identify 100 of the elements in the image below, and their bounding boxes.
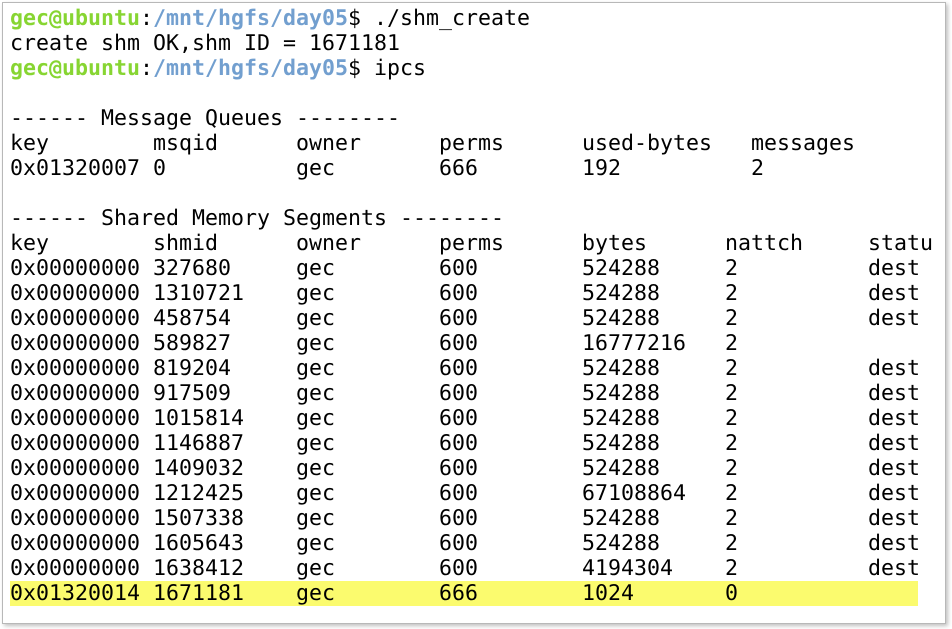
command-text: $ ipcs	[348, 56, 426, 81]
table-cell-text: gec	[296, 506, 336, 531]
table-cell: dest	[868, 356, 920, 381]
table-cell-text: 600	[439, 431, 480, 456]
table-cell-text: gec	[296, 256, 336, 281]
table-cell: dest	[868, 406, 920, 431]
table-cell-text: 600	[439, 556, 480, 581]
table-cell-text: 0x00000000	[10, 481, 142, 506]
table-cell-text: 1212425	[153, 481, 246, 506]
table-cell-text: 2	[725, 431, 740, 456]
table-cell-text: 524288	[582, 506, 662, 531]
prompt-separator: :	[140, 56, 154, 81]
table-cell-text: 589827	[153, 331, 232, 356]
table-cell-text: 2	[725, 531, 740, 556]
table-cell-text: 1024	[582, 581, 636, 606]
table-cell-text: 666	[439, 156, 480, 181]
command-text: $ ./shm_create	[348, 6, 530, 31]
table-cell-text: gec	[296, 281, 336, 306]
table-cell-text: gec	[296, 306, 336, 331]
column-header: owner	[296, 131, 362, 156]
table-cell-text: 0x01320007	[10, 156, 142, 181]
table-cell-text: 1146887	[153, 431, 246, 456]
prompt-separator: :	[140, 6, 154, 31]
section-heading: ------ Shared Memory Segments --------	[10, 206, 504, 231]
table-cell-text: 0x00000000	[10, 356, 142, 381]
table-cell-text: gec	[296, 356, 336, 381]
table-cell-text: 0x00000000	[10, 281, 142, 306]
table-cell-text: 524288	[582, 256, 662, 281]
table-cell-text: 16777216	[582, 331, 688, 356]
section-heading: ------ Message Queues --------	[10, 106, 400, 131]
table-cell: dest	[868, 506, 920, 531]
table-cell-text: 524288	[582, 381, 662, 406]
table-cell-text: 2	[725, 406, 740, 431]
column-header: shmid	[153, 231, 220, 256]
table-cell-text: gec	[296, 581, 336, 606]
table-cell: dest	[868, 256, 920, 281]
table-cell: dest	[868, 281, 920, 306]
prompt-path: /mnt/hgfs/day05	[153, 6, 348, 31]
table-cell-text: 1638412	[153, 556, 246, 581]
table-cell-text: 600	[439, 331, 480, 356]
table-cell-text: 0x00000000	[10, 431, 142, 456]
table-cell-text: 67108864	[582, 481, 688, 506]
column-header: perms	[439, 131, 506, 156]
table-cell-text: gec	[296, 456, 336, 481]
table-cell-text: 917509	[153, 381, 232, 406]
table-cell-text: 819204	[153, 356, 232, 381]
table-cell-text: 600	[439, 531, 480, 556]
table-cell-text: 524288	[582, 406, 662, 431]
column-header: messages	[751, 131, 856, 156]
table-cell-text: 524288	[582, 356, 662, 381]
table-cell-text: 0x00000000	[10, 256, 142, 281]
table-cell-text: 0x00000000	[10, 531, 142, 556]
table-cell-text: 2	[725, 506, 740, 531]
column-header: nattch	[725, 231, 804, 256]
table-cell-text: 0x00000000	[10, 456, 142, 481]
table-cell: dest	[868, 556, 920, 581]
column-header: statu	[868, 231, 934, 256]
table-cell-text: 2	[725, 306, 740, 331]
prompt-user-host: gec@ubuntu	[10, 56, 140, 81]
table-cell-text: 2	[725, 331, 740, 356]
table-cell: dest	[868, 481, 920, 506]
table-cell: dest	[868, 381, 920, 406]
table-cell-text: 600	[439, 356, 480, 381]
table-cell-text: 600	[439, 456, 480, 481]
table-cell-text: 0x00000000	[10, 381, 142, 406]
table-cell-text: 600	[439, 506, 480, 531]
table-cell-text: 524288	[582, 281, 662, 306]
table-cell-text: gec	[296, 531, 336, 556]
table-cell-text: 1409032	[153, 456, 246, 481]
table-cell-text: 0	[725, 581, 740, 606]
table-cell-text: 192	[582, 156, 622, 181]
table-cell: dest	[868, 531, 920, 556]
table-cell-text: 600	[439, 481, 480, 506]
table-cell-text: 600	[439, 281, 480, 306]
table-cell-text: gec	[296, 481, 336, 506]
table-cell-text: 0x00000000	[10, 331, 142, 356]
table-cell-text: 0	[153, 156, 168, 181]
table-cell-text: 1605643	[153, 531, 246, 556]
table-cell-text: 2	[725, 281, 740, 306]
table-cell-text: gec	[296, 406, 336, 431]
table-cell-text: 2	[725, 481, 740, 506]
column-header: used-bytes	[582, 131, 714, 156]
table-cell-text: 1015814	[153, 406, 246, 431]
table-cell: dest	[868, 456, 920, 481]
table-cell-text: 458754	[153, 306, 232, 331]
column-header: msqid	[153, 131, 220, 156]
table-cell-text: 1671181	[153, 581, 246, 606]
table-cell-text: gec	[296, 431, 336, 456]
column-header: key	[10, 131, 50, 156]
table-cell-text: 0x00000000	[10, 506, 142, 531]
table-cell-text: 2	[725, 381, 740, 406]
table-cell-text: 600	[439, 256, 480, 281]
prompt-user-host: gec@ubuntu	[10, 6, 140, 31]
table-cell-text: 666	[439, 581, 480, 606]
table-cell-text: 1507338	[153, 506, 246, 531]
column-header: owner	[296, 231, 362, 256]
table-cell-text: 327680	[153, 256, 232, 281]
table-cell-text: 2	[725, 356, 740, 381]
table-cell: dest	[868, 306, 920, 331]
table-cell-text: 2	[725, 256, 740, 281]
